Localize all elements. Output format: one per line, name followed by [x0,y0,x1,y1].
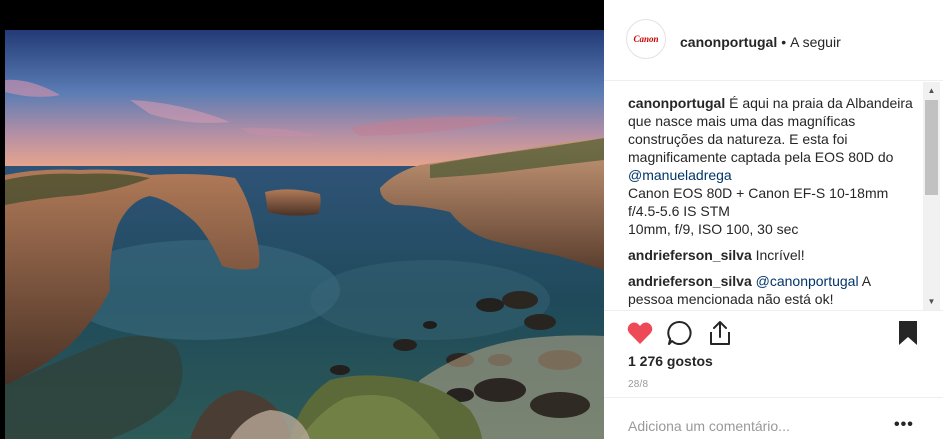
comments-scrollbar[interactable]: ▲ ▼ [923,82,940,310]
post-side-panel: Canon canonportugal • A seguir canonportug… [604,0,943,439]
caption-mention[interactable]: @manueladrega [628,167,732,183]
avatar-logo-text: Canon [633,34,659,44]
comment-input[interactable]: Adiciona um comentário... [628,418,790,434]
caption: canonportugal É aqui na praia da Albande… [628,94,913,238]
caption-settings-line: 10mm, f/9, ISO 100, 30 sec [628,221,799,237]
comment-item: andrieferson_silva @canonportugal A pess… [628,272,913,308]
caption-username[interactable]: canonportugal [628,95,725,111]
comment-username[interactable]: andrieferson_silva [628,273,752,289]
comment-username[interactable]: andrieferson_silva [628,247,752,263]
post-header: Canon canonportugal • A seguir [604,0,943,81]
bookmark-icon [899,321,917,345]
scrollbar-thumb[interactable] [925,100,938,195]
more-options-icon[interactable]: ••• [894,416,914,434]
comments-list[interactable]: canonportugal É aqui na praia da Albande… [628,94,913,308]
caption-camera-line: Canon EOS 80D + Canon EF-S 10-18mm f/4.5… [628,185,889,219]
comment-bubble-icon [667,321,692,345]
comment-text: Incrível! [755,247,805,263]
share-icon [710,321,730,345]
post-header-text: canonportugal • A seguir [680,34,841,50]
scroll-down-arrow-icon[interactable]: ▼ [923,293,940,310]
like-button[interactable] [626,319,654,347]
avatar[interactable]: Canon [626,19,666,59]
add-comment-bar: Adiciona um comentário... ••• [604,397,943,439]
scroll-up-arrow-icon[interactable]: ▲ [923,82,940,99]
seascape-photo [0,0,604,439]
post-viewer: Canon canonportugal • A seguir canonportug… [0,0,943,439]
comment-item: andrieferson_silva Incrível! [628,246,913,264]
save-button[interactable] [894,319,922,347]
likes-count[interactable]: 1 276 gostos [628,353,713,369]
post-author-username[interactable]: canonportugal [680,34,777,50]
heart-icon [627,322,653,344]
header-separator: • [781,34,787,50]
action-bar [604,310,943,354]
post-photo[interactable] [0,0,604,439]
post-date: 28/8 [628,379,649,390]
share-button[interactable] [706,319,734,347]
comment-button[interactable] [666,319,694,347]
comment-mention[interactable]: @canonportugal [756,273,859,289]
following-button[interactable]: A seguir [790,34,841,50]
